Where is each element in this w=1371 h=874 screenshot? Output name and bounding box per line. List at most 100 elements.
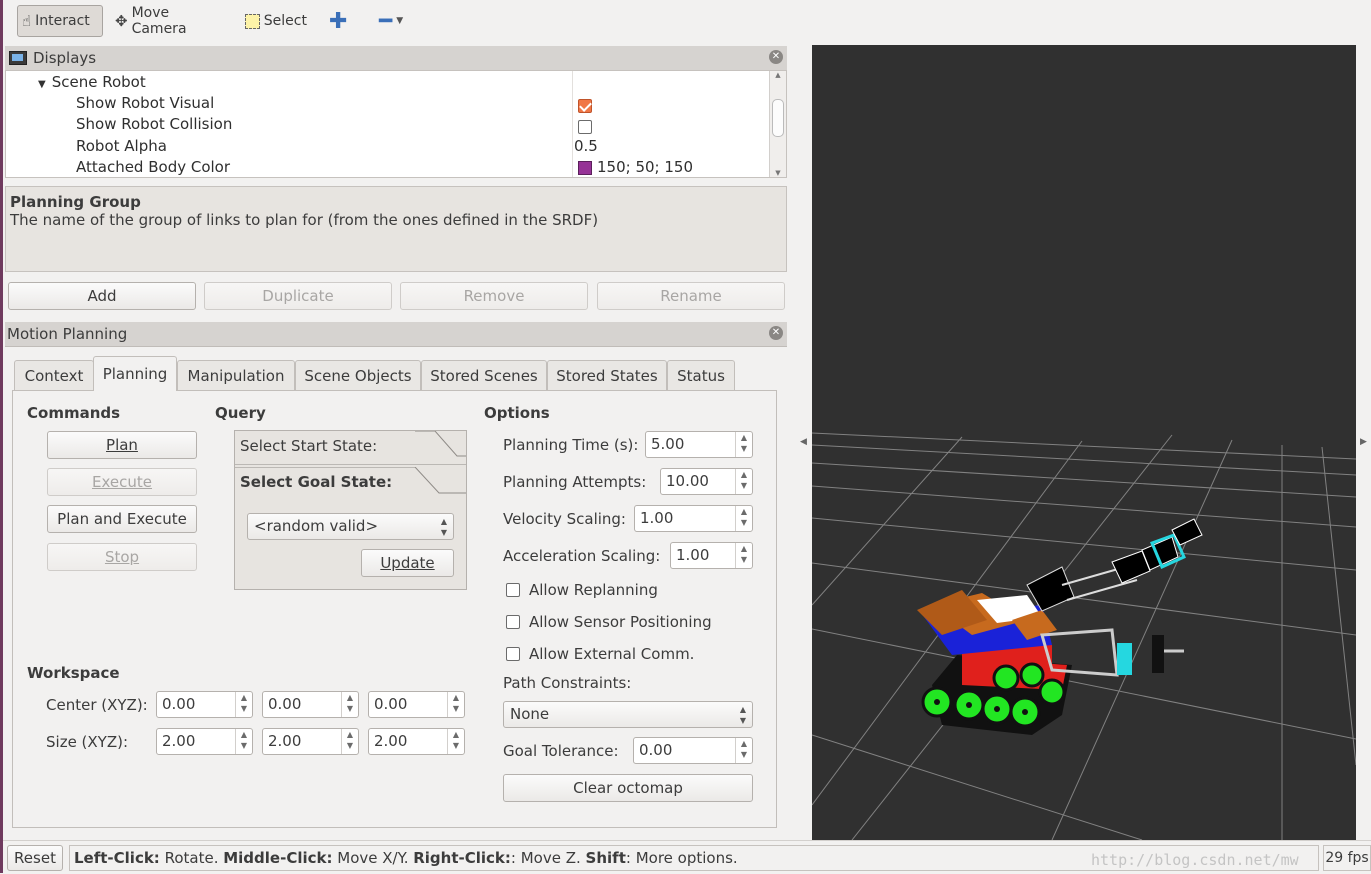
center-xyz-label: Center (XYZ):: [46, 696, 148, 714]
spin-arrows-icon[interactable]: ▲ ▼: [341, 729, 358, 754]
scene-render: [811, 432, 1357, 841]
spin-arrows-icon[interactable]: ▲ ▼: [447, 729, 464, 754]
scroll-down-icon[interactable]: ▼: [770, 169, 786, 177]
spin-arrows-icon[interactable]: ▲ ▼: [341, 692, 358, 717]
spin-arrows-icon[interactable]: ▲ ▼: [735, 469, 752, 494]
select-goal-state-tab[interactable]: Select Goal State:: [235, 467, 466, 501]
monitor-icon: [9, 51, 27, 65]
add-button[interactable]: Add: [8, 282, 196, 310]
update-button[interactable]: Update: [361, 549, 454, 577]
selection-box-icon: [245, 13, 260, 29]
close-icon[interactable]: ✕: [769, 326, 783, 340]
tab-stored-scenes[interactable]: Stored Scenes: [421, 360, 547, 390]
select-start-state-tab[interactable]: Select Start State:: [235, 431, 466, 465]
tab-status[interactable]: Status: [667, 360, 735, 390]
close-icon[interactable]: ✕: [769, 50, 783, 64]
move-camera-button[interactable]: ✥ Move Camera: [111, 5, 229, 37]
size-x-spinbox[interactable]: 2.00 ▲ ▼: [156, 728, 253, 755]
tab-stored-states[interactable]: Stored States: [547, 360, 667, 390]
tab-planning[interactable]: Planning: [93, 356, 177, 391]
tree-row-show-robot-visual: Show Robot Visual: [76, 94, 215, 112]
execute-button[interactable]: Execute: [47, 468, 197, 496]
planning-time-spinbox[interactable]: 5.00 ▲ ▼: [645, 431, 753, 458]
select-label: Select: [263, 13, 307, 29]
tab-manipulation[interactable]: Manipulation: [177, 360, 295, 390]
show-robot-collision-checkbox[interactable]: [578, 117, 592, 138]
add-tool-button[interactable]: ✚: [325, 5, 351, 37]
query-title: Query: [215, 404, 266, 422]
path-constraints-label: Path Constraints:: [503, 674, 632, 692]
splitter-left-arrow-icon[interactable]: ◀: [800, 437, 807, 447]
status-bar: Reset Left-Click: Rotate. Middle-Click: …: [3, 840, 1371, 874]
chevron-down-icon: ▼: [396, 16, 404, 26]
goal-state-combo[interactable]: <random valid> ▲ ▼: [247, 513, 454, 540]
plan-and-execute-button[interactable]: Plan and Execute: [47, 505, 197, 533]
acceleration-scaling-label: Acceleration Scaling:: [503, 547, 661, 565]
displays-title: Displays: [33, 49, 97, 67]
center-y-spinbox[interactable]: 0.00 ▲ ▼: [262, 691, 359, 718]
robot-alpha-value[interactable]: 0.5: [574, 137, 598, 158]
expand-arrow-icon[interactable]: ▼: [38, 79, 46, 90]
clear-octomap-button[interactable]: Clear octomap: [503, 774, 753, 802]
planning-time-label: Planning Time (s):: [503, 436, 639, 454]
combo-arrows-icon: ▲ ▼: [739, 705, 746, 725]
tree-row-scene-robot[interactable]: ▼ Scene Robot: [38, 73, 146, 94]
size-y-spinbox[interactable]: 2.00 ▲ ▼: [262, 728, 359, 755]
spin-arrows-icon[interactable]: ▲ ▼: [735, 738, 752, 763]
commands-title: Commands: [27, 404, 121, 422]
tree-scrollbar[interactable]: ▲ ▼: [769, 71, 786, 177]
rename-button[interactable]: Rename: [597, 282, 785, 310]
tab-outline: [235, 431, 466, 465]
stop-button[interactable]: Stop: [47, 543, 197, 571]
size-xyz-label: Size (XYZ):: [46, 733, 129, 751]
tree-row-show-robot-collision: Show Robot Collision: [76, 115, 233, 133]
spin-arrows-icon[interactable]: ▲ ▼: [735, 432, 752, 457]
tree-row-robot-alpha: Robot Alpha: [76, 137, 167, 155]
tab-scene-objects[interactable]: Scene Objects: [295, 360, 421, 390]
spin-arrows-icon[interactable]: ▲ ▼: [447, 692, 464, 717]
goal-tolerance-spinbox[interactable]: 0.00 ▲ ▼: [633, 737, 753, 764]
displays-tree: ▼ Scene Robot Show Robot Visual Show Robo…: [5, 70, 787, 178]
reset-button[interactable]: Reset: [7, 845, 63, 871]
3d-viewport[interactable]: [811, 45, 1357, 841]
center-x-spinbox[interactable]: 0.00 ▲ ▼: [156, 691, 253, 718]
description-title: Planning Group: [10, 193, 141, 211]
velocity-scaling-spinbox[interactable]: 1.00 ▲ ▼: [634, 505, 753, 532]
spin-arrows-icon[interactable]: ▲ ▼: [735, 506, 752, 531]
property-description: Planning Group The name of the group of …: [5, 186, 787, 272]
interact-label: Interact: [35, 13, 90, 29]
remove-tool-button[interactable]: ━ ▼: [375, 5, 415, 37]
size-z-spinbox[interactable]: 2.00 ▲ ▼: [368, 728, 465, 755]
scroll-up-icon[interactable]: ▲: [770, 71, 786, 79]
acceleration-scaling-spinbox[interactable]: 1.00 ▲ ▼: [670, 542, 753, 569]
duplicate-button[interactable]: Duplicate: [204, 282, 392, 310]
tree-row-attached-body-color: Attached Body Color: [76, 158, 231, 176]
scrollbar-thumb[interactable]: [772, 99, 784, 137]
spin-arrows-icon[interactable]: ▲ ▼: [235, 692, 252, 717]
options-title: Options: [484, 404, 550, 422]
velocity-scaling-label: Velocity Scaling:: [503, 510, 626, 528]
center-z-spinbox[interactable]: 0.00 ▲ ▼: [368, 691, 465, 718]
planning-attempts-spinbox[interactable]: 10.00 ▲ ▼: [660, 468, 753, 495]
attached-body-color-value[interactable]: 150; 50; 150: [578, 158, 693, 179]
allow-external-comm-checkbox[interactable]: Allow External Comm.: [506, 645, 694, 663]
tab-context[interactable]: Context: [14, 360, 94, 390]
interact-button[interactable]: ☝ Interact: [17, 5, 103, 37]
plan-button[interactable]: Plan: [47, 431, 197, 459]
remove-button[interactable]: Remove: [400, 282, 588, 310]
allow-replanning-checkbox[interactable]: Allow Replanning: [506, 581, 658, 599]
planning-attempts-label: Planning Attempts:: [503, 473, 647, 491]
spin-arrows-icon[interactable]: ▲ ▼: [235, 729, 252, 754]
allow-sensor-positioning-checkbox[interactable]: Allow Sensor Positioning: [506, 613, 712, 631]
select-button[interactable]: Select: [241, 5, 311, 37]
watermark-text: http://blog.csdn.net/mw: [1091, 851, 1299, 869]
move-camera-label: Move Camera: [131, 5, 187, 37]
show-robot-visual-checkbox[interactable]: [578, 96, 592, 117]
goal-tolerance-label: Goal Tolerance:: [503, 742, 619, 760]
splitter-right-arrow-icon[interactable]: ▶: [1360, 437, 1367, 447]
window-edge: [0, 0, 3, 873]
query-box: Select Start State: Select Goal State: <…: [234, 430, 467, 590]
spin-arrows-icon[interactable]: ▲ ▼: [735, 543, 752, 568]
motion-planning-title: Motion Planning: [7, 325, 128, 343]
path-constraints-combo[interactable]: None ▲ ▼: [503, 701, 753, 728]
